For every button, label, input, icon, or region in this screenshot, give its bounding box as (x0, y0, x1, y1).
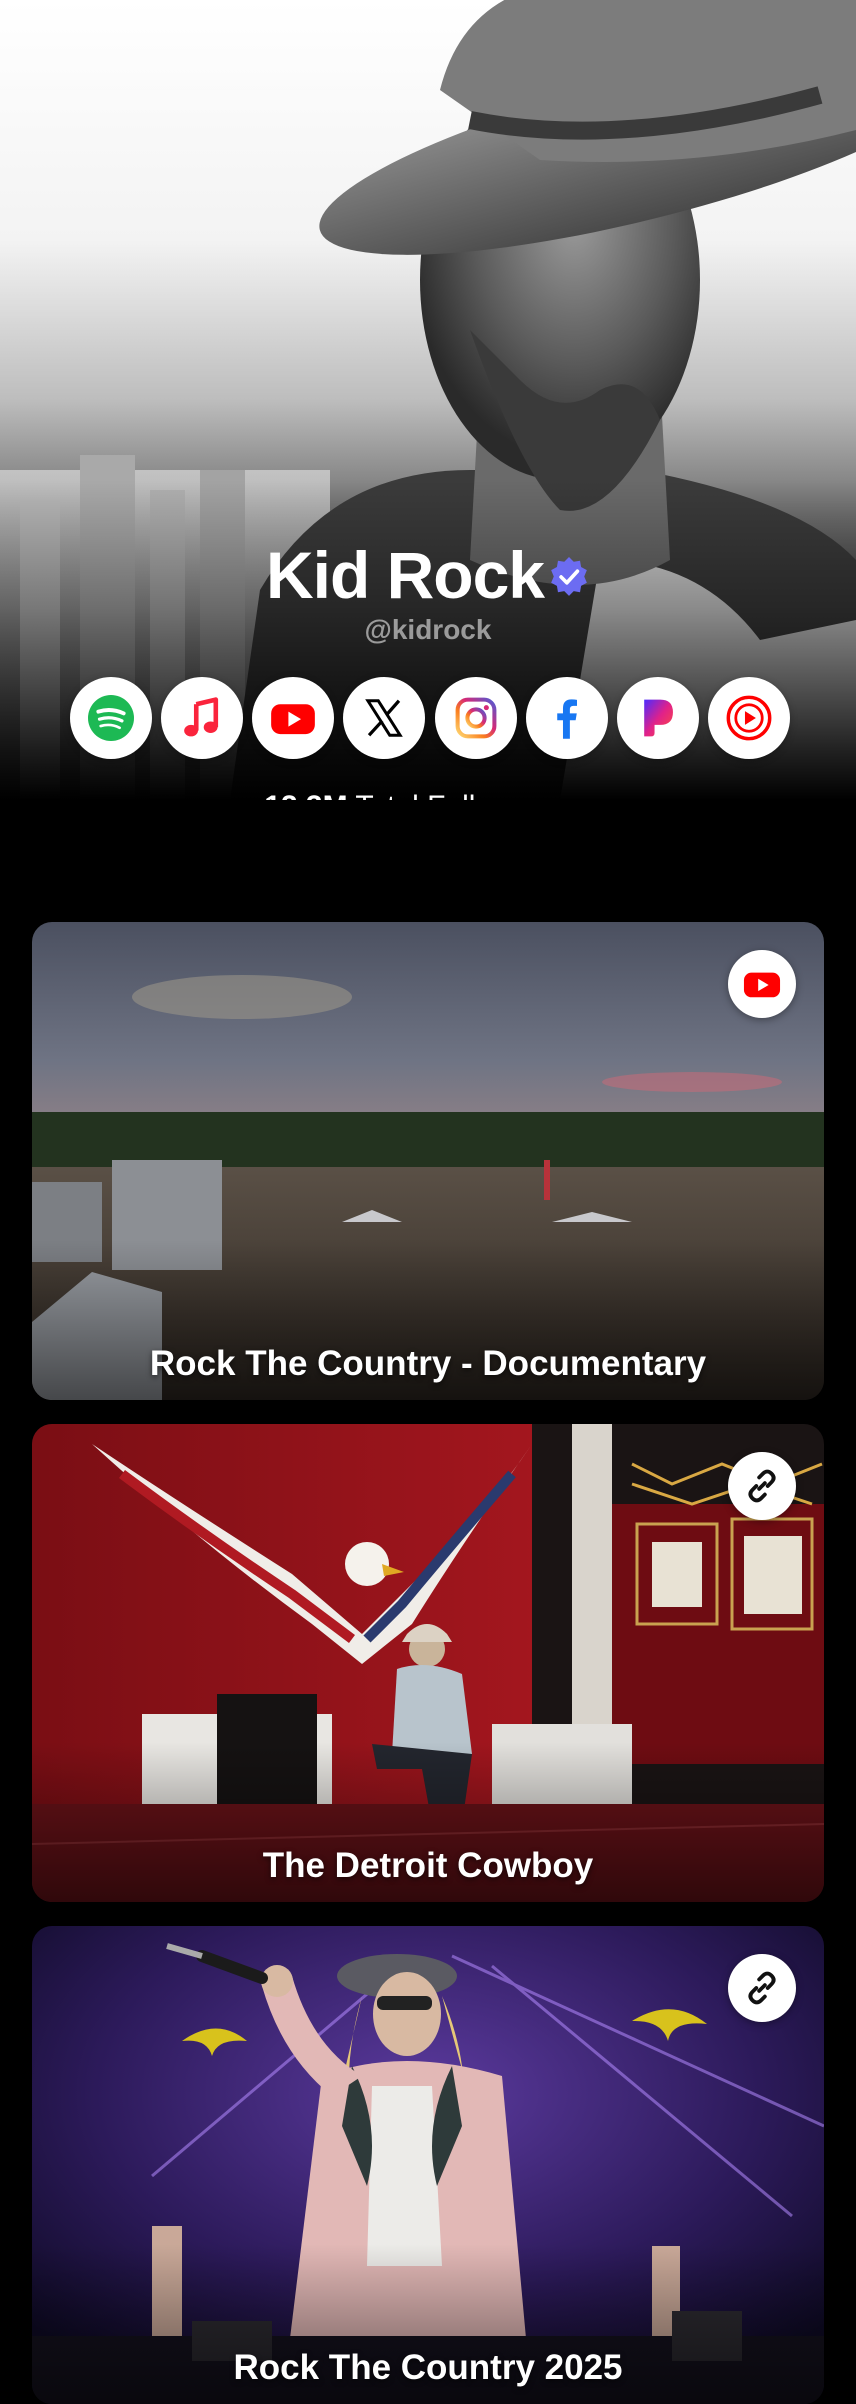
spotify-link[interactable] (70, 677, 152, 759)
youtube-icon (271, 704, 316, 735)
youtube-music-link[interactable] (707, 677, 790, 759)
profile-name-row: Kid Rock (0, 535, 856, 615)
youtube-link[interactable] (252, 677, 335, 759)
facebook-icon (556, 699, 577, 739)
social-links (70, 677, 790, 759)
spotify-icon (88, 695, 134, 741)
card-title: Rock The Country 2025 (233, 2348, 623, 2387)
chevron-down-icon (570, 795, 592, 800)
link-icon (748, 1469, 776, 1503)
profile-handle: @kidrock (364, 614, 492, 645)
profile-name: Kid Rock (265, 538, 545, 612)
card-badge (728, 1452, 796, 1520)
link-card[interactable]: Rock The Country 2025 (32, 1926, 824, 2404)
profile-header: Kid Rock @kidrock (0, 0, 856, 800)
card-badge (728, 950, 796, 1018)
card-title: The Detroit Cowboy (262, 1846, 594, 1885)
facebook-link[interactable] (525, 677, 608, 759)
link-icon (748, 1971, 776, 2005)
apple-music-link[interactable] (161, 677, 244, 759)
instagram-icon (455, 697, 496, 739)
link-card[interactable]: The Detroit Cowboy (32, 1424, 824, 1902)
youtube-icon (743, 972, 781, 998)
followers-toggle[interactable]: 12.3M Total Followers (0, 790, 856, 800)
card-badge (728, 1954, 796, 2022)
followers-label: Total Followers (355, 790, 555, 800)
followers-count: 12.3M (264, 790, 347, 800)
pandora-link[interactable] (616, 677, 699, 759)
x-link[interactable] (343, 677, 426, 759)
card-title: Rock The Country - Documentary (149, 1344, 707, 1383)
link-card[interactable]: Rock The Country - Documentary (32, 922, 824, 1400)
pandora-icon (644, 699, 673, 737)
verified-badge-icon (551, 556, 587, 596)
youtube-music-icon (726, 695, 772, 741)
x-icon (365, 699, 404, 737)
instagram-link[interactable] (434, 677, 517, 759)
apple-music-icon (184, 697, 219, 737)
